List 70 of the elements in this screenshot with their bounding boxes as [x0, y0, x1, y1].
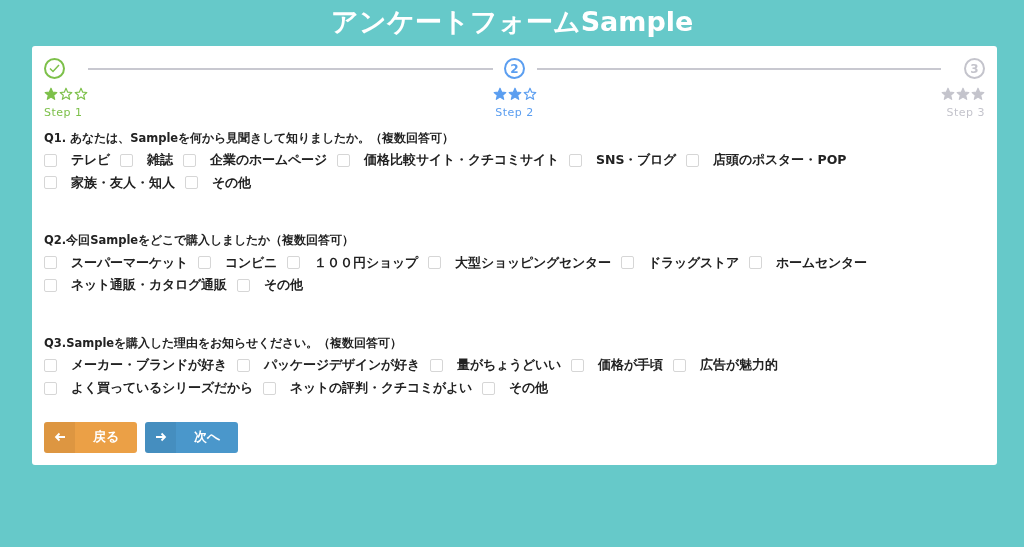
step-label: Step 3 — [946, 105, 985, 121]
right-arrow-icon — [154, 431, 167, 444]
option-label: SNS・ブログ — [596, 150, 677, 169]
option-label: ホームセンター — [776, 253, 867, 272]
option-label: 価格が手頃 — [598, 356, 663, 375]
option-label: 大型ショッピングセンター — [455, 253, 611, 272]
step-label: Step 1 — [44, 105, 83, 121]
option-label: 量がちょうどいい — [457, 356, 561, 375]
star-icon — [956, 87, 970, 101]
question-text: Q2.今回Sampleをどこで購入しましたか（複数回答可） — [44, 232, 356, 250]
checkbox[interactable] — [185, 176, 198, 190]
checkbox[interactable] — [571, 359, 584, 373]
checkbox[interactable] — [120, 153, 133, 167]
left-arrow-icon — [53, 431, 66, 444]
checkbox[interactable] — [749, 256, 762, 270]
checkbox[interactable] — [198, 256, 211, 270]
option-label: 店頭のポスター・POP — [713, 150, 847, 169]
option-label: その他 — [264, 276, 303, 295]
page-title: アンケートフォームSample — [329, 5, 695, 39]
star-icon — [522, 87, 537, 101]
option-label: ドラッグストア — [648, 253, 739, 272]
checkbox[interactable] — [237, 359, 250, 373]
option-label: １００円ショップ — [314, 253, 418, 272]
option-label: テレビ — [71, 150, 110, 169]
checkbox[interactable] — [44, 279, 57, 293]
option-label: メーカー・ブランドが好き — [71, 356, 227, 375]
checkbox[interactable] — [44, 256, 57, 270]
option-label: 企業のホームページ — [210, 150, 327, 169]
checkbox[interactable] — [337, 153, 350, 167]
step-number: 2 — [504, 58, 525, 79]
star-icon — [507, 87, 522, 101]
checkbox[interactable] — [428, 256, 441, 270]
star-icon — [971, 87, 985, 101]
star-icon — [941, 87, 955, 101]
option-label: パッケージデザインが好き — [264, 356, 420, 375]
step-label: Step 2 — [495, 105, 534, 121]
option-label: 雑誌 — [147, 150, 173, 169]
option-label: その他 — [212, 173, 251, 192]
checkbox[interactable] — [673, 359, 686, 373]
checkbox[interactable] — [44, 381, 57, 395]
option-label: よく買っているシリーズだから — [71, 379, 253, 397]
option-label: その他 — [509, 379, 548, 397]
checkbox[interactable] — [430, 359, 443, 373]
option-label: ネットの評判・クチコミがよい — [290, 379, 472, 397]
back-button[interactable]: 戻る — [44, 421, 137, 453]
checkbox[interactable] — [183, 153, 196, 167]
checkbox[interactable] — [569, 153, 582, 167]
option-label: 広告が魅力的 — [700, 356, 778, 375]
option-label: ネット通販・カタログ通販 — [71, 276, 227, 295]
star-icon — [74, 87, 88, 101]
star-icon — [59, 87, 73, 101]
checkbox[interactable] — [44, 176, 57, 190]
star-icon — [492, 87, 507, 101]
next-button[interactable]: 次へ — [145, 421, 238, 453]
option-label: コンビニ — [225, 253, 277, 272]
option-label: 価格比較サイト・クチコミサイト — [364, 150, 559, 169]
checkbox[interactable] — [482, 381, 495, 395]
checkbox[interactable] — [621, 256, 634, 270]
checkbox[interactable] — [44, 153, 57, 167]
checkbox[interactable] — [287, 256, 300, 270]
question-text: Q3.Sampleを購入した理由をお知らせください。（複数回答可） — [44, 335, 404, 352]
star-icon — [44, 87, 58, 101]
option-label: 家族・友人・知人 — [71, 173, 175, 192]
question-text: Q1. あなたは、Sampleを何から見聞きして知りましたか。（複数回答可） — [44, 129, 456, 147]
checkbox[interactable] — [44, 359, 57, 373]
step-number: 3 — [964, 58, 985, 79]
checkbox[interactable] — [237, 279, 250, 293]
checkbox[interactable] — [686, 153, 700, 167]
option-label: スーパーマーケット — [71, 253, 188, 272]
checkbox[interactable] — [263, 381, 276, 395]
